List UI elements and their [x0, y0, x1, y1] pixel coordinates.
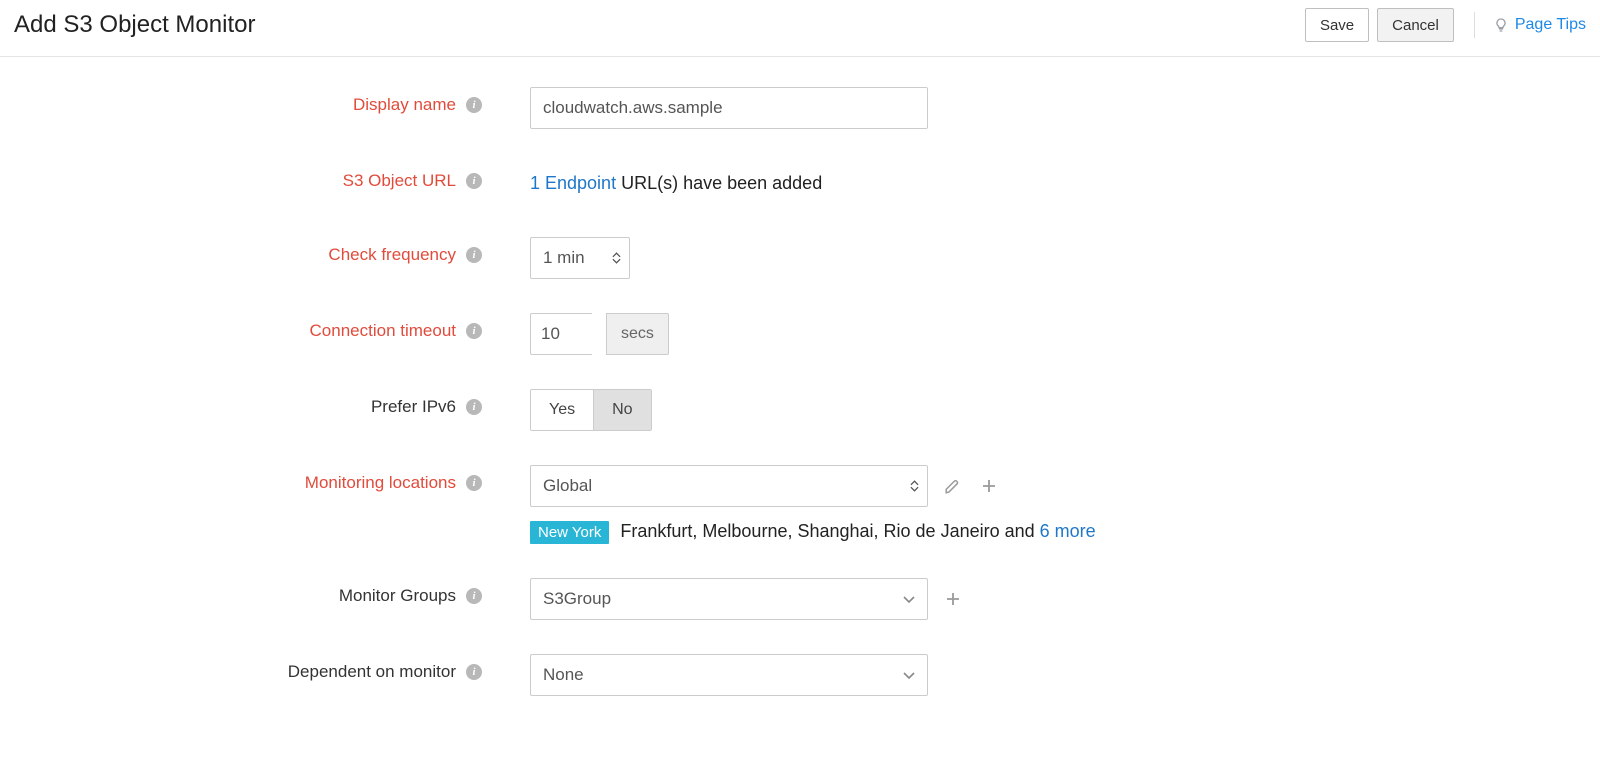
label-s3-url: S3 Object URL i: [0, 163, 492, 191]
label-display-name: Display name i: [0, 87, 492, 115]
monitor-form: Display name i S3 Object URL i 1 Endpoin…: [0, 57, 1600, 770]
add-locations-button[interactable]: [978, 475, 1000, 497]
label-ipv6: Prefer IPv6 i: [0, 389, 492, 417]
label-frequency: Check frequency i: [0, 237, 492, 265]
save-button[interactable]: Save: [1305, 8, 1369, 42]
locations-summary: New York Frankfurt, Melbourne, Shanghai,…: [530, 521, 1096, 544]
page-tips-label: Page Tips: [1515, 16, 1586, 34]
display-name-input[interactable]: [530, 87, 928, 129]
locations-others: Frankfurt, Melbourne, Shanghai, Rio de J…: [620, 521, 1039, 541]
cancel-button[interactable]: Cancel: [1377, 8, 1454, 42]
row-locations: Monitoring locations i Global: [0, 465, 1600, 544]
info-icon[interactable]: i: [466, 323, 482, 339]
label-locations: Monitoring locations i: [0, 465, 492, 493]
info-icon[interactable]: i: [466, 399, 482, 415]
groups-select[interactable]: S3Group: [530, 578, 928, 620]
ipv6-toggle: Yes No: [530, 389, 652, 431]
page-title: Add S3 Object Monitor: [14, 11, 1305, 39]
locations-value: Global: [543, 476, 592, 496]
ipv6-yes[interactable]: Yes: [531, 390, 593, 430]
s3-url-suffix: URL(s) have been added: [616, 173, 822, 193]
info-icon[interactable]: i: [466, 664, 482, 680]
label-timeout: Connection timeout i: [0, 313, 492, 341]
row-ipv6: Prefer IPv6 i Yes No: [0, 389, 1600, 431]
s3-url-summary: 1 Endpoint URL(s) have been added: [530, 163, 822, 203]
timeout-unit: secs: [606, 313, 669, 355]
endpoint-count-link[interactable]: 1 Endpoint: [530, 173, 616, 193]
page-tips-link[interactable]: Page Tips: [1493, 16, 1586, 34]
info-icon[interactable]: i: [466, 173, 482, 189]
info-icon[interactable]: i: [466, 97, 482, 113]
add-group-button[interactable]: [942, 588, 964, 610]
dependent-value: None: [543, 665, 584, 685]
row-display-name: Display name i: [0, 87, 1600, 129]
row-dependent: Dependent on monitor i None: [0, 654, 1600, 696]
info-icon[interactable]: i: [466, 475, 482, 491]
row-groups: Monitor Groups i S3Group: [0, 578, 1600, 620]
groups-value: S3Group: [543, 589, 611, 609]
row-timeout: Connection timeout i secs: [0, 313, 1600, 355]
row-frequency: Check frequency i 1 min: [0, 237, 1600, 279]
caret-down-icon: [903, 665, 915, 685]
label-groups: Monitor Groups i: [0, 578, 492, 606]
info-icon[interactable]: i: [466, 588, 482, 604]
row-s3-url: S3 Object URL i 1 Endpoint URL(s) have b…: [0, 163, 1600, 203]
lightbulb-icon: [1493, 17, 1509, 33]
locations-select[interactable]: Global: [530, 465, 928, 507]
label-dependent: Dependent on monitor i: [0, 654, 492, 682]
page-header: Add S3 Object Monitor Save Cancel Page T…: [0, 0, 1600, 57]
locations-more-link[interactable]: 6 more: [1040, 521, 1096, 541]
header-actions: Save Cancel Page Tips: [1305, 8, 1586, 42]
frequency-select[interactable]: 1 min: [530, 237, 630, 279]
ipv6-no[interactable]: No: [593, 390, 650, 430]
updown-icon: [910, 480, 919, 492]
info-icon[interactable]: i: [466, 247, 482, 263]
timeout-input[interactable]: [530, 313, 592, 355]
frequency-value: 1 min: [543, 248, 585, 268]
updown-icon: [612, 252, 621, 264]
edit-locations-button[interactable]: [942, 475, 964, 497]
caret-down-icon: [903, 589, 915, 609]
divider: [1474, 12, 1475, 38]
dependent-select[interactable]: None: [530, 654, 928, 696]
location-tag-primary: New York: [530, 521, 609, 544]
